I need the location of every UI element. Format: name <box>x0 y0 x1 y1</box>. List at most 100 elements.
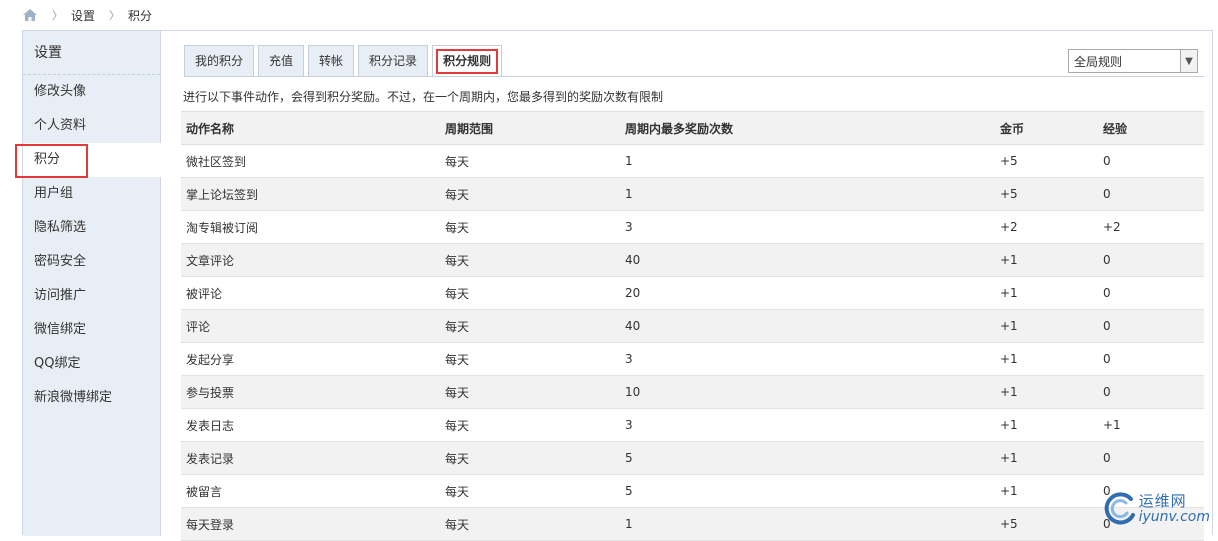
cell-action: 每天登录 <box>181 508 440 541</box>
cell-action: 参与投票 <box>181 376 440 409</box>
cell-cycle: 每天 <box>440 508 620 541</box>
cell-action: 发表日志 <box>181 409 440 442</box>
header-exp: 经验 <box>1098 112 1204 145</box>
sidebar-item-weibo[interactable]: 新浪微博绑定 <box>23 381 160 415</box>
rules-table: 动作名称 周期范围 周期内最多奖励次数 金币 经验 微社区签到 每天 1 +5 … <box>181 111 1204 541</box>
cell-max: 10 <box>620 376 995 409</box>
cell-gold: +1 <box>995 244 1098 277</box>
header-action: 动作名称 <box>181 112 440 145</box>
tab-my-points[interactable]: 我的积分 <box>184 45 254 76</box>
cell-gold: +1 <box>995 409 1098 442</box>
tab-points-rules[interactable]: 积分规则 <box>432 45 502 76</box>
tab-bar: 我的积分 充值 转帐 积分记录 积分规则 <box>184 45 502 76</box>
cell-cycle: 每天 <box>440 178 620 211</box>
cell-gold: +5 <box>995 508 1098 541</box>
cell-cycle: 每天 <box>440 310 620 343</box>
cell-cycle: 每天 <box>440 244 620 277</box>
sidebar-item-usergroup[interactable]: 用户组 <box>23 177 160 211</box>
rules-description: 进行以下事件动作，会得到积分奖励。不过，在一个周期内，您最多得到的奖励次数有限制 <box>183 88 663 105</box>
header-gold: 金币 <box>995 112 1098 145</box>
table-row: 微社区签到 每天 1 +5 0 <box>181 145 1204 178</box>
cell-gold: +1 <box>995 343 1098 376</box>
table-row: 掌上论坛签到 每天 1 +5 0 <box>181 178 1204 211</box>
table-row: 发起分享 每天 3 +1 0 <box>181 343 1204 376</box>
cell-gold: +1 <box>995 310 1098 343</box>
home-icon[interactable] <box>22 8 38 22</box>
cell-action: 淘专辑被订阅 <box>181 211 440 244</box>
table-header-row: 动作名称 周期范围 周期内最多奖励次数 金币 经验 <box>181 112 1204 145</box>
cell-gold: +1 <box>995 376 1098 409</box>
cell-exp: +1 <box>1098 409 1204 442</box>
cell-max: 5 <box>620 475 995 508</box>
table-row: 文章评论 每天 40 +1 0 <box>181 244 1204 277</box>
rule-scope-value: 全局规则 <box>1074 53 1122 70</box>
header-cycle: 周期范围 <box>440 112 620 145</box>
cell-max: 1 <box>620 145 995 178</box>
cell-cycle: 每天 <box>440 343 620 376</box>
cell-cycle: 每天 <box>440 277 620 310</box>
cell-gold: +1 <box>995 442 1098 475</box>
cell-exp: 0 <box>1098 244 1204 277</box>
rule-scope-select[interactable]: 全局规则 ▼ <box>1068 49 1198 73</box>
chevron-right-icon: 〉 <box>52 7 63 23</box>
cell-cycle: 每天 <box>440 376 620 409</box>
cell-cycle: 每天 <box>440 475 620 508</box>
cell-exp: 0 <box>1098 310 1204 343</box>
sidebar-item-avatar[interactable]: 修改头像 <box>23 75 160 109</box>
table-row: 被评论 每天 20 +1 0 <box>181 277 1204 310</box>
breadcrumb-item-settings[interactable]: 设置 <box>71 7 95 24</box>
cell-max: 3 <box>620 409 995 442</box>
cell-action: 被评论 <box>181 277 440 310</box>
cell-max: 1 <box>620 508 995 541</box>
cell-max: 5 <box>620 442 995 475</box>
cell-action: 微社区签到 <box>181 145 440 178</box>
sidebar-item-wechat[interactable]: 微信绑定 <box>23 313 160 347</box>
cell-max: 1 <box>620 178 995 211</box>
cell-max: 20 <box>620 277 995 310</box>
table-row: 淘专辑被订阅 每天 3 +2 +2 <box>181 211 1204 244</box>
sidebar-item-password[interactable]: 密码安全 <box>23 245 160 279</box>
cell-action: 评论 <box>181 310 440 343</box>
cell-max: 40 <box>620 310 995 343</box>
cell-gold: +1 <box>995 475 1098 508</box>
cell-gold: +5 <box>995 145 1098 178</box>
table-row: 发表记录 每天 5 +1 0 <box>181 442 1204 475</box>
cell-cycle: 每天 <box>440 145 620 178</box>
watermark-en: iyunv.com <box>1139 510 1210 525</box>
cell-exp: 0 <box>1098 442 1204 475</box>
sidebar-item-promotion[interactable]: 访问推广 <box>23 279 160 313</box>
cell-cycle: 每天 <box>440 211 620 244</box>
tab-recharge[interactable]: 充值 <box>258 45 304 76</box>
breadcrumb-item-points: 积分 <box>128 7 152 24</box>
cell-gold: +1 <box>995 277 1098 310</box>
cell-max: 3 <box>620 343 995 376</box>
tab-transfer[interactable]: 转帐 <box>308 45 354 76</box>
sidebar-item-points[interactable]: 积分 <box>23 143 161 177</box>
chevron-down-icon[interactable]: ▼ <box>1180 50 1197 72</box>
cell-action: 文章评论 <box>181 244 440 277</box>
cell-action: 发表记录 <box>181 442 440 475</box>
breadcrumb: 〉 设置 〉 积分 <box>22 6 152 24</box>
site-watermark: 运维网 iyunv.com <box>1101 491 1210 527</box>
cell-cycle: 每天 <box>440 442 620 475</box>
main-panel: 我的积分 充值 转帐 积分记录 积分规则 全局规则 ▼ 进行以下事件动作，会得到… <box>162 31 1212 536</box>
sidebar: 设置 修改头像 个人资料 积分 用户组 隐私筛选 密码安全 访问推广 微信绑定 … <box>23 31 161 536</box>
watermark-cn: 运维网 <box>1139 494 1210 510</box>
tab-points-log[interactable]: 积分记录 <box>358 45 428 76</box>
cell-max: 3 <box>620 211 995 244</box>
table-row: 参与投票 每天 10 +1 0 <box>181 376 1204 409</box>
cell-exp: 0 <box>1098 178 1204 211</box>
cell-gold: +2 <box>995 211 1098 244</box>
cell-action: 掌上论坛签到 <box>181 178 440 211</box>
cell-exp: 0 <box>1098 343 1204 376</box>
cell-exp: +2 <box>1098 211 1204 244</box>
cell-action: 发起分享 <box>181 343 440 376</box>
chevron-right-icon: 〉 <box>109 7 120 23</box>
sidebar-item-privacy[interactable]: 隐私筛选 <box>23 211 160 245</box>
sidebar-item-profile[interactable]: 个人资料 <box>23 109 160 143</box>
table-row: 评论 每天 40 +1 0 <box>181 310 1204 343</box>
table-row: 每天登录 每天 1 +5 0 <box>181 508 1204 541</box>
sidebar-item-qq[interactable]: QQ绑定 <box>23 347 160 381</box>
cell-max: 40 <box>620 244 995 277</box>
content-frame: 设置 修改头像 个人资料 积分 用户组 隐私筛选 密码安全 访问推广 微信绑定 … <box>22 30 1213 535</box>
